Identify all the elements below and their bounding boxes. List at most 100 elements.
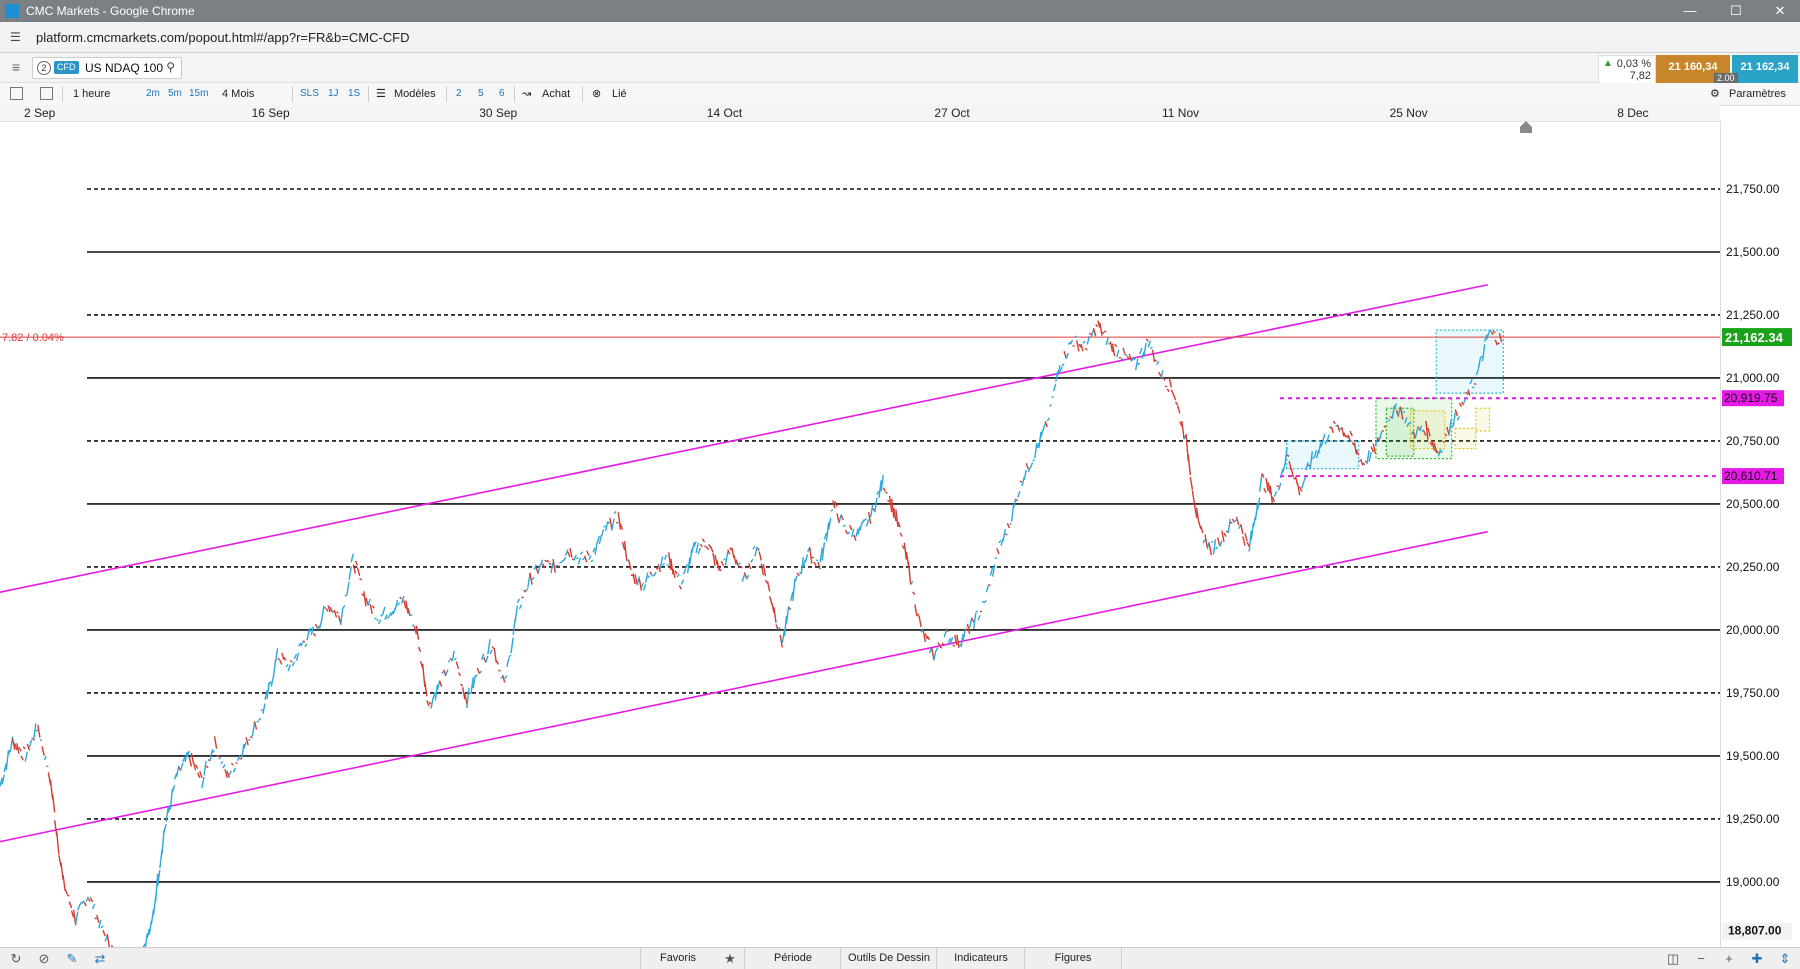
price-segment [511, 638, 513, 654]
draw-icon[interactable]: ✎ [64, 951, 80, 967]
search-icon[interactable]: ⚲ [166, 60, 175, 74]
templates-icon[interactable]: ☰ [376, 86, 386, 102]
buy-icon[interactable]: ↝ [522, 86, 531, 102]
price-segment [1028, 467, 1030, 472]
price-segment [1121, 359, 1123, 360]
one-s-button[interactable]: 1S [348, 86, 360, 102]
price-segment [454, 658, 456, 660]
one-day-button[interactable]: 1J [328, 86, 339, 102]
close-button[interactable]: ✕ [1760, 1, 1800, 21]
templates-button[interactable]: Modèles [394, 86, 436, 102]
price-segment [988, 584, 990, 585]
move-icon[interactable]: ⇄ [92, 951, 108, 967]
sls-button[interactable]: SLS [300, 86, 319, 102]
price-segment [1443, 441, 1445, 442]
price-segment [639, 579, 641, 591]
price-segment [36, 730, 38, 732]
price-segment [294, 654, 296, 658]
price-segment [1237, 517, 1239, 525]
settings-icon[interactable]: ⚙ [1710, 86, 1720, 102]
chart-type-icon[interactable] [10, 87, 23, 100]
price-segment [1173, 394, 1175, 400]
buy-order-button[interactable]: Achat [542, 86, 570, 102]
price-segment [162, 830, 164, 855]
price-segment [1155, 360, 1157, 361]
minimize-button[interactable]: — [1670, 1, 1710, 21]
price-segment [402, 596, 404, 603]
price-segment [1102, 332, 1104, 333]
price-segment [38, 725, 40, 738]
tab-figures[interactable]: Figures [1024, 948, 1122, 969]
tab-periode[interactable]: Période [744, 948, 841, 969]
price-segment [1230, 522, 1232, 523]
tab-outils-de-dessin[interactable]: Outils De Dessin [840, 948, 937, 969]
price-chart[interactable]: 21,750.0021,500.0021,250.0021,000.0020,7… [0, 121, 1800, 947]
price-segment [334, 610, 336, 617]
price-segment [444, 670, 446, 676]
site-info-icon[interactable]: ☰ [10, 30, 24, 44]
interval-2m[interactable]: 2m [146, 86, 160, 102]
fit-icon[interactable]: ◫ [1665, 951, 1681, 967]
address-bar[interactable]: ☰ platform.cmcmarkets.com/popout.html#/a… [0, 22, 1800, 53]
buy-button[interactable]: 21 162,34 [1732, 55, 1798, 83]
tab-favoris[interactable]: Favoris [640, 948, 715, 969]
price-segment [53, 794, 55, 812]
price-segment [690, 549, 692, 565]
price-segment [677, 574, 679, 577]
crosshair-icon[interactable]: ✚ [1749, 951, 1765, 967]
star-icon[interactable]: ★ [722, 951, 738, 967]
price-segment [835, 501, 837, 506]
price-segment [902, 546, 904, 549]
price-segment [616, 522, 618, 523]
price-segment [2, 775, 4, 785]
price-segment [278, 659, 280, 660]
zoom-out-icon[interactable]: − [1693, 951, 1709, 967]
price-segment [1192, 490, 1194, 504]
count-6[interactable]: 6 [499, 86, 505, 102]
price-segment [721, 561, 723, 566]
price-segment [559, 562, 561, 563]
price-segment [787, 606, 789, 623]
url-text[interactable]: platform.cmcmarkets.com/popout.html#/app… [36, 30, 410, 45]
interval-15m[interactable]: 15m [189, 86, 208, 102]
up-arrow-icon: ▲ [1603, 58, 1613, 69]
cancel-icon[interactable]: ⊘ [36, 951, 52, 967]
interval-select[interactable]: 1 heure [73, 86, 110, 102]
price-segment [1199, 522, 1201, 529]
price-segment [1060, 367, 1062, 372]
price-segment [1091, 329, 1093, 336]
settings-button[interactable]: Paramètres [1729, 86, 1786, 102]
price-segment [231, 763, 233, 765]
price-segment [385, 615, 387, 620]
price-segment [562, 560, 564, 562]
maximize-button[interactable]: ☐ [1716, 1, 1756, 21]
range-select[interactable]: 4 Mois [222, 86, 254, 102]
count-2[interactable]: 2 [456, 86, 462, 102]
price-segment [397, 603, 399, 606]
count-5[interactable]: 5 [478, 86, 484, 102]
tab-indicateurs[interactable]: Indicateurs [936, 948, 1025, 969]
price-segment [1117, 350, 1119, 357]
interval-5m[interactable]: 5m [168, 86, 182, 102]
price-segment [440, 681, 442, 687]
scroll-to-latest-icon[interactable] [1520, 121, 1532, 133]
menu-icon[interactable]: ≡ [8, 59, 24, 75]
price-segment [913, 592, 915, 595]
link-icon[interactable]: ⊗ [592, 86, 601, 102]
expand-icon[interactable]: ⇕ [1777, 951, 1793, 967]
linked-button[interactable]: Lié [612, 86, 627, 102]
price-segment [57, 832, 59, 854]
zoom-in-icon[interactable]: + [1721, 951, 1737, 967]
x-tick-label: 2 Sep [24, 106, 55, 120]
price-segment [524, 590, 526, 592]
change-label: 7.82 / 0.04% [2, 332, 64, 344]
instrument-selector[interactable]: 2 CFD US NDAQ 100 ⚲ [32, 57, 182, 79]
price-segment [751, 559, 753, 562]
price-segment [244, 743, 246, 749]
price-segment [927, 636, 929, 640]
price-segment [583, 558, 585, 560]
price-segment [568, 552, 570, 557]
refresh-icon[interactable]: ↻ [8, 951, 24, 967]
layout-icon[interactable] [40, 87, 53, 100]
price-segment [381, 614, 383, 616]
